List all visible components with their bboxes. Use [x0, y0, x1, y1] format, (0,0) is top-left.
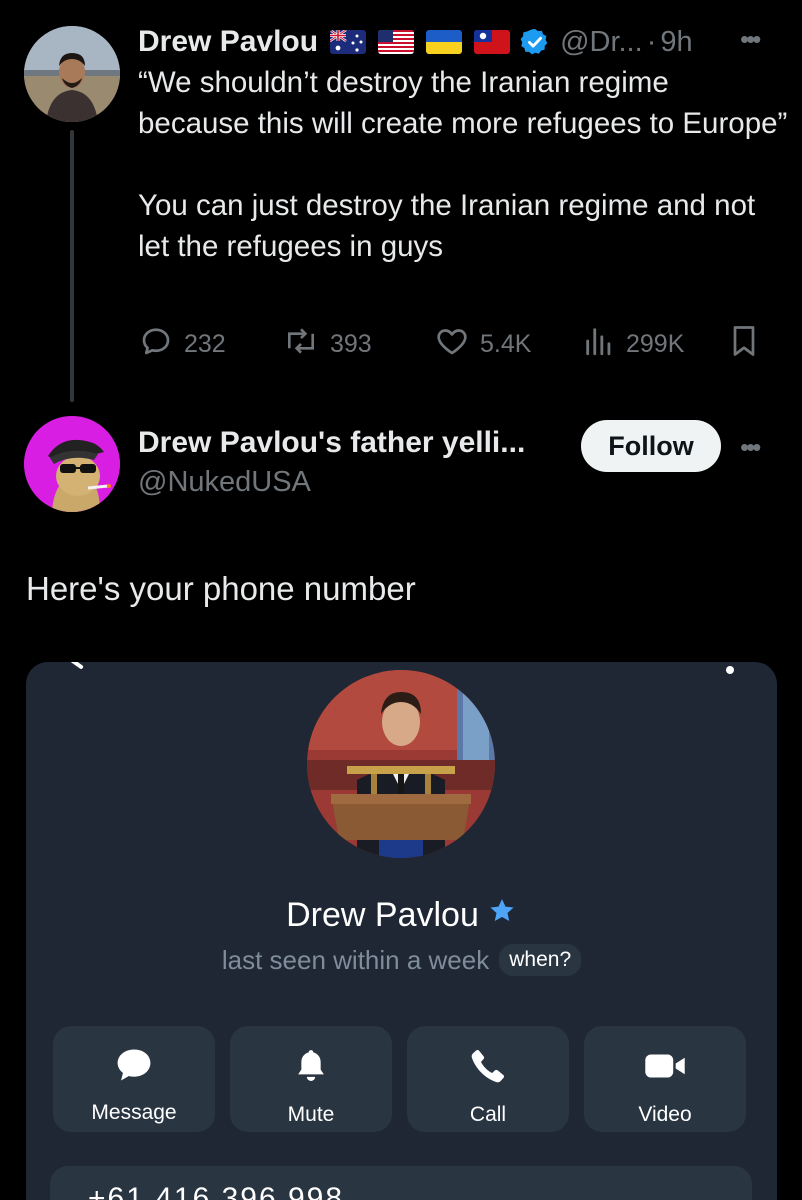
verified-badge-icon — [520, 27, 550, 57]
tweet-time[interactable]: 9h — [660, 26, 692, 59]
reply-button[interactable]: 232 — [138, 322, 226, 366]
follow-button[interactable]: Follow — [581, 420, 721, 472]
video-label: Video — [638, 1103, 692, 1126]
taiwan-flag-icon — [474, 30, 511, 54]
phone-icon — [468, 1046, 508, 1091]
video-tile: Video — [584, 1026, 746, 1132]
reply-more-options-icon[interactable]: ••• — [740, 432, 761, 463]
menu-dot-fragment — [726, 666, 734, 674]
repost-count: 393 — [330, 329, 372, 358]
ukraine-flag-icon — [426, 30, 463, 54]
chat-bubble-icon — [113, 1046, 155, 1089]
message-tile: Message — [53, 1026, 215, 1132]
australia-flag-icon — [330, 30, 367, 54]
tweet-header: Drew Pavlou @Dr... · 9h — [138, 22, 693, 62]
last-seen-status: last seen within a week — [221, 944, 490, 975]
message-label: Message — [91, 1101, 177, 1124]
separator-dot: · — [646, 25, 657, 58]
author-name[interactable]: Drew Pavlou — [138, 25, 318, 59]
bell-icon — [291, 1046, 331, 1091]
reply-author-name[interactable]: Drew Pavlou's father yelli... — [138, 426, 525, 460]
attached-screenshot-image[interactable]: Drew Pavlou last seen within a week when… — [26, 662, 777, 1200]
call-tile: Call — [407, 1026, 569, 1132]
phone-number-row: +61 416 396 998 — [50, 1166, 752, 1200]
views-button[interactable]: 299K — [582, 322, 684, 366]
more-options-icon[interactable]: ••• — [740, 24, 761, 55]
contact-name-row: Drew Pavlou — [26, 896, 777, 935]
bookmark-button[interactable] — [726, 322, 762, 366]
mute-tile: Mute — [230, 1026, 392, 1132]
reply-icon — [138, 323, 174, 366]
reply-author-handle[interactable]: @NukedUSA — [138, 466, 311, 499]
flag-emoji-group — [330, 30, 511, 54]
phone-number: +61 416 396 998 — [88, 1182, 345, 1200]
premium-star-icon — [487, 896, 517, 935]
author-handle[interactable]: @Dr... — [560, 26, 643, 59]
usa-flag-icon — [378, 30, 415, 54]
back-arrow-fragment — [70, 662, 84, 670]
reply-author-avatar[interactable] — [24, 416, 120, 512]
bookmark-icon — [726, 322, 762, 367]
mute-label: Mute — [287, 1103, 335, 1126]
views-count: 299K — [626, 329, 685, 358]
reply-text: Here's your phone number — [26, 570, 416, 607]
author-avatar[interactable] — [24, 26, 120, 122]
repost-icon — [282, 323, 320, 366]
call-label: Call — [469, 1103, 507, 1126]
analytics-bars-icon — [582, 323, 616, 366]
tweet-text: “We shouldn’t destroy the Iranian regime… — [138, 66, 788, 263]
when-pill: when? — [499, 944, 582, 976]
video-camera-icon — [642, 1046, 688, 1091]
like-count: 5.4K — [480, 329, 532, 358]
like-button[interactable]: 5.4K — [434, 322, 531, 366]
tweet-actions: 232 393 5.4K 299K — [138, 322, 778, 366]
contact-name: Drew Pavlou — [286, 896, 479, 934]
thread-connector-line — [70, 130, 74, 402]
contact-profile-photo — [307, 670, 495, 858]
heart-icon — [434, 323, 470, 366]
repost-button[interactable]: 393 — [282, 322, 372, 366]
contact-status-row: last seen within a week when? — [26, 944, 777, 976]
reply-count: 232 — [184, 329, 226, 358]
